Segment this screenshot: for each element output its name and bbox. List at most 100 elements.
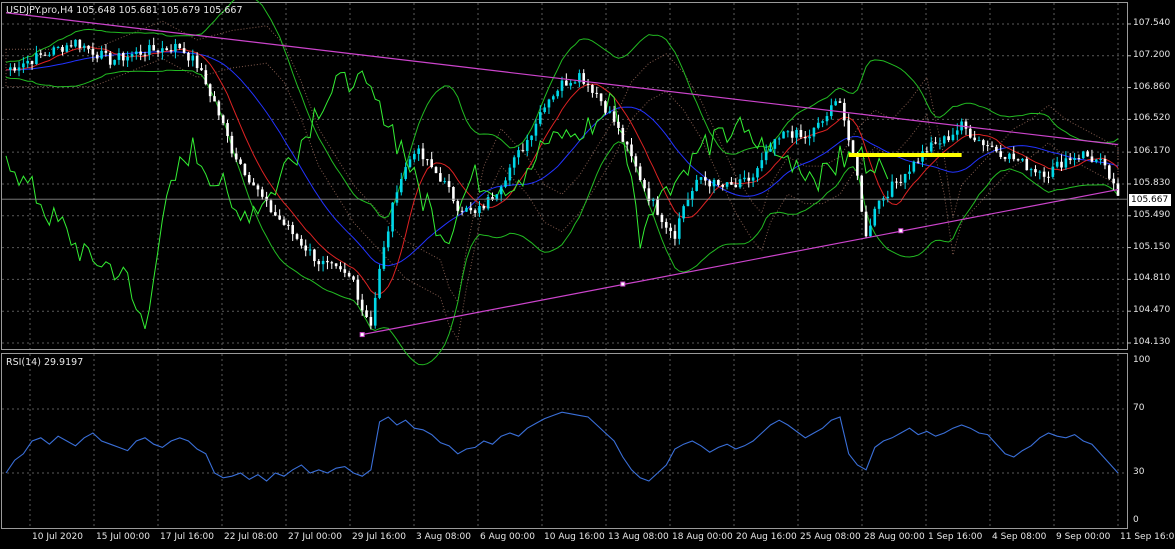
candle-body <box>135 51 138 55</box>
x-tick-label: 28 Aug 00:00 <box>864 532 925 542</box>
candle-body <box>156 50 160 53</box>
candle-body <box>834 101 837 106</box>
candle-body <box>608 111 612 113</box>
candle-body <box>439 173 442 182</box>
candle-body <box>104 50 108 53</box>
rsi-header: RSI(14) 29.9197 <box>6 357 84 368</box>
candle-body <box>191 55 195 61</box>
chart-canvas[interactable] <box>0 0 1175 549</box>
candle-body <box>399 178 403 193</box>
candle-body <box>721 184 725 187</box>
candle-body <box>521 150 525 152</box>
candle-body <box>417 148 420 154</box>
candle-body <box>161 48 164 53</box>
candle-body <box>908 171 911 174</box>
symbol-header: USDJPY.pro,H4 105.648 105.681 105.679 10… <box>6 5 243 16</box>
candle-body <box>512 157 516 168</box>
rsi-y-tick-label: 0 <box>1133 515 1139 525</box>
candle-body <box>621 127 625 142</box>
candle-body <box>903 173 907 183</box>
candle-body <box>925 151 929 153</box>
candle-body <box>664 222 668 228</box>
candle-body <box>200 68 203 71</box>
candle-body <box>87 45 90 49</box>
candle-body <box>504 180 507 187</box>
candle-body <box>717 179 720 185</box>
rsi-y-tick-label: 70 <box>1133 403 1145 413</box>
candle-body <box>69 45 73 47</box>
y-tick-label: 106.520 <box>1133 113 1171 124</box>
candle-body <box>300 238 303 246</box>
candle-body <box>486 197 490 209</box>
candle-body <box>838 101 842 103</box>
candle-body <box>43 54 47 56</box>
trendline <box>5 12 1119 146</box>
candle-body <box>499 186 503 195</box>
candle-body <box>508 167 512 181</box>
candle-body <box>873 208 877 226</box>
candle-body <box>682 206 685 219</box>
candle-body <box>373 297 377 326</box>
candle-body <box>421 148 425 160</box>
y-tick-label: 107.540 <box>1133 17 1171 28</box>
candle-body <box>386 231 390 248</box>
candle-body <box>769 148 772 152</box>
candle-body <box>847 120 850 141</box>
candle-body <box>1112 178 1115 184</box>
candle-body <box>130 54 134 57</box>
x-tick-label: 9 Sep 00:00 <box>1056 532 1111 542</box>
candle-body <box>330 262 334 264</box>
x-tick-label: 13 Aug 08:00 <box>608 532 669 542</box>
x-tick-label: 1 Sep 16:00 <box>928 532 983 542</box>
candle-body <box>643 180 646 189</box>
candle-body <box>61 46 64 52</box>
candle-body <box>634 156 638 167</box>
candle-body <box>65 45 69 52</box>
candle-body <box>773 139 777 149</box>
candle-body <box>1008 153 1011 159</box>
candle-body <box>478 205 481 214</box>
candle-body <box>9 67 12 70</box>
candle-body <box>217 101 221 116</box>
candle-body <box>456 201 460 211</box>
candle-body <box>1038 171 1042 173</box>
candle-body <box>699 177 703 180</box>
candle-body <box>886 196 890 199</box>
candle-body <box>660 214 664 223</box>
candle-body <box>278 215 281 220</box>
candle-body <box>356 279 360 300</box>
candle-body <box>139 51 142 55</box>
candle-body <box>916 161 920 163</box>
candle-body <box>1025 158 1029 171</box>
y-tick-label: 104.130 <box>1133 337 1171 347</box>
candle-body <box>308 249 312 251</box>
candle-body <box>816 122 820 128</box>
candle-body <box>260 189 264 197</box>
candle-body <box>91 48 95 55</box>
candle-body <box>743 177 746 180</box>
candle-body <box>226 123 229 136</box>
candle-body <box>1021 158 1024 161</box>
candle-body <box>304 245 308 251</box>
candle-body <box>100 50 103 59</box>
candle-body <box>1042 171 1046 177</box>
candle-body <box>287 224 290 226</box>
x-tick-label: 10 Aug 16:00 <box>544 532 605 542</box>
candle-body <box>365 310 368 318</box>
y-tick-label: 104.470 <box>1133 305 1171 316</box>
candle-body <box>877 200 881 209</box>
candle-body <box>899 181 903 183</box>
candle-body <box>148 45 151 55</box>
trendline-anchor-marker <box>620 281 626 287</box>
candle-body <box>556 90 559 97</box>
candle-body <box>352 276 355 280</box>
candle-body <box>534 123 538 136</box>
candle-body <box>347 272 351 277</box>
candle-body <box>1016 159 1020 161</box>
x-tick-label: 20 Aug 16:00 <box>736 532 797 542</box>
candle-body <box>430 159 433 168</box>
candle-body <box>969 128 972 138</box>
candle-body <box>221 115 225 124</box>
candle-body <box>625 141 629 145</box>
candle-body <box>395 192 399 203</box>
